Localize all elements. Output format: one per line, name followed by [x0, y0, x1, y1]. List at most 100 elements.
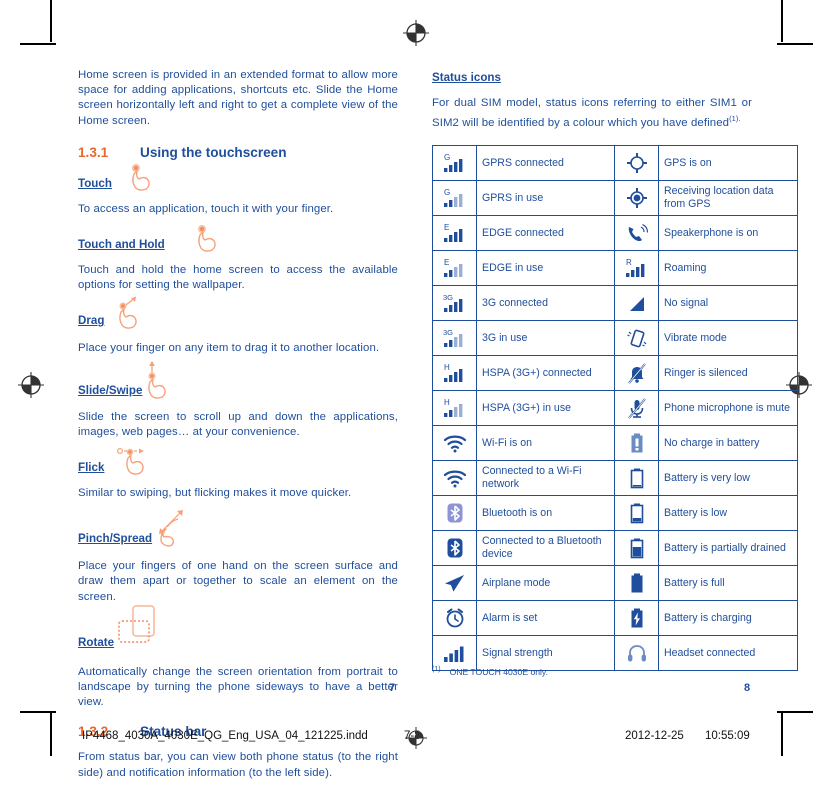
table-cell-label: Battery is very low [658, 460, 798, 497]
table-cell-label: 3G in use [476, 320, 615, 357]
table-row: G GPRS in use Receiving location data fr… [432, 180, 798, 217]
registration-mark-left [16, 370, 46, 400]
edge-in-use-icon: E [432, 250, 477, 287]
gps-receiving-icon [614, 180, 659, 217]
registration-mark-top [401, 18, 431, 48]
table-cell-label: Airplane mode [476, 565, 615, 602]
page-number-right: 8 [744, 682, 751, 694]
section-title: Using the touchscreen [140, 144, 287, 160]
gesture-label: Touch and Hold [78, 238, 165, 252]
table-cell-label: HSPA (3G+) in use [476, 390, 615, 427]
table-row: 3G 3G in use Vibrate mode [432, 320, 798, 357]
gesture-label: Touch [78, 176, 112, 190]
crop-mark-top-right-horizontal [777, 43, 813, 45]
status-icons-intro-paragraph: For dual SIM model, status icons referri… [432, 96, 752, 131]
table-cell-label: Connected to a Bluetooth device [476, 530, 615, 567]
3g-in-use-icon: 3G [432, 320, 477, 357]
slug-time: 10:55:09 [705, 730, 750, 742]
slug-date: 2012-12-25 [625, 730, 684, 742]
table-cell-label: Ringer is silenced [658, 355, 798, 392]
bluetooth-on-icon [432, 495, 477, 532]
crop-mark-bottom-left-vertical [50, 712, 52, 756]
gesture-drag: Drag [78, 296, 398, 330]
gesture-description: Place your finger on any item to drag it… [78, 342, 380, 355]
registration-mark-slug [404, 726, 428, 755]
table-cell-label: Wi-Fi is on [476, 425, 615, 462]
touch-hand-icon [125, 162, 159, 197]
crop-mark-bottom-left-horizontal [20, 711, 56, 713]
table-cell-label: Battery is charging [658, 600, 798, 637]
no-signal-icon [614, 285, 659, 322]
gesture-touch-and-hold: Touch and Hold [78, 225, 398, 253]
footnote-text: ONE TOUCH 4030E only. [449, 666, 548, 677]
table-row: Connected to a Wi-Fi network Battery is … [432, 460, 798, 497]
battery-empty-icon [614, 425, 659, 462]
gesture-label: Flick [78, 461, 105, 475]
table-row: H HSPA (3G+) connected Ringer is silence… [432, 355, 798, 392]
gesture-label: Drag [78, 314, 105, 328]
table-cell-label: Battery is full [658, 565, 798, 602]
table-cell-label: 3G connected [476, 285, 615, 322]
gesture-rotate: Rotate [78, 605, 398, 651]
rotate-phone-icon [116, 603, 168, 654]
slug-filename: IP4468_4030A_4030E_QG_Eng_USA_04_121225.… [82, 730, 368, 742]
pinch-spread-hand-icon [150, 505, 194, 552]
gesture-description: Place your fingers of one hand on the sc… [78, 560, 398, 603]
intro-text: For dual SIM model, status icons referri… [432, 97, 752, 129]
gesture-label: Slide/Swipe [78, 383, 143, 397]
table-row: Alarm is set Battery is charging [432, 600, 798, 637]
svg-text:3G: 3G [443, 293, 453, 302]
gesture-touch: Touch [78, 163, 398, 192]
crop-mark-top-left-vertical [50, 0, 52, 42]
battery-low-icon [614, 495, 659, 532]
gesture-description: Slide the screen to scroll up and down t… [78, 410, 398, 438]
left-page: Home screen is provided in an extended f… [78, 68, 398, 794]
table-row: E EDGE in use R Roaming [432, 250, 798, 287]
table-cell-label: Bluetooth is on [476, 495, 615, 532]
table-cell-label: EDGE connected [476, 215, 615, 252]
gesture-description: Similar to swiping, but flicking makes i… [78, 487, 352, 500]
table-cell-label: GPS is on [658, 145, 798, 182]
gprs-in-use-icon: G [432, 180, 477, 217]
gesture-description: To access an application, touch it with … [78, 202, 334, 215]
table-row: Connected to a Bluetooth device Battery … [432, 530, 798, 567]
battery-charging-icon [614, 600, 659, 637]
battery-very-low-icon [614, 460, 659, 497]
table-cell-label: Alarm is set [476, 600, 615, 637]
intro-footnote-mark: (1). [729, 114, 741, 124]
svg-text:H: H [444, 363, 450, 372]
table-cell-label: GPRS connected [476, 145, 615, 182]
table-cell-label: Battery is partially drained [658, 530, 798, 567]
table-cell-label: HSPA (3G+) connected [476, 355, 615, 392]
gps-on-icon [614, 145, 659, 182]
status-icons-table: G GPRS connected GPS is on G GPRS in use… [432, 145, 798, 672]
footnote-mark: (1) [432, 666, 441, 673]
crop-mark-top-left-horizontal [20, 43, 56, 45]
gesture-description: Automatically change the screen orientat… [78, 665, 398, 709]
crop-mark-bottom-right-vertical [781, 712, 783, 756]
airplane-mode-icon [432, 565, 477, 602]
flick-hand-icon [116, 443, 160, 482]
gprs-connected-icon: G [432, 145, 477, 182]
edge-connected-icon: E [432, 215, 477, 252]
gesture-flick: Flick [78, 448, 398, 476]
table-row: H HSPA (3G+) in use Phone microphone is … [432, 390, 798, 427]
status-icons-heading: Status icons [432, 71, 501, 84]
svg-text:E: E [444, 223, 449, 232]
table-row: Wi-Fi is on No charge in battery [432, 425, 798, 462]
status-icons-table-body: G GPRS connected GPS is on G GPRS in use… [432, 145, 798, 672]
table-cell-label: Roaming [658, 250, 798, 287]
table-cell-label: Connected to a Wi-Fi network [476, 460, 615, 497]
table-row: G GPRS connected GPS is on [432, 145, 798, 182]
wifi-connected-icon [432, 460, 477, 497]
gesture-slide-swipe: Slide/Swipe [78, 360, 398, 399]
bluetooth-connected-icon [432, 530, 477, 567]
crop-mark-bottom-right-horizontal [777, 711, 813, 713]
hspa-in-use-icon: H [432, 390, 477, 427]
section-heading-using-the-touchscreen: 1.3.1 Using the touchscreen [78, 145, 398, 160]
table-row: E EDGE connected Speakerphone is on [432, 215, 798, 252]
svg-text:H: H [444, 398, 450, 407]
section-number: 1.3.1 [78, 144, 109, 160]
table-row: Airplane mode Battery is full [432, 565, 798, 602]
gesture-description: Touch and hold the home screen to access… [78, 264, 398, 292]
